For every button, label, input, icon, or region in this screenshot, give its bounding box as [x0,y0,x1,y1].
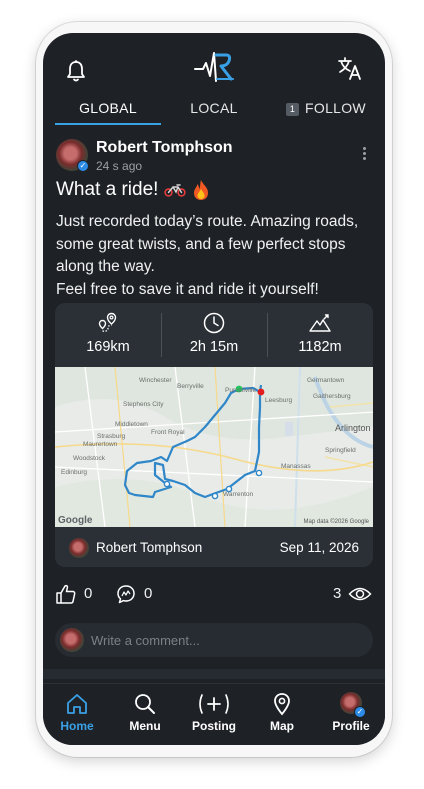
map-town-label: Edinburg [61,469,88,476]
map-town-label: Warrenton [223,491,254,498]
verified-badge-icon: ✓ [354,706,366,718]
nav-posting-label: Posting [192,719,236,733]
post-author-name[interactable]: Robert Tomphson [96,139,233,157]
ride-card[interactable]: 169km 2h 15m 1182m Winchester Berryville… [55,303,373,567]
tab-local-label: LOCAL [190,100,238,116]
ride-author-name: Robert Tomphson [96,540,203,555]
search-icon [135,694,155,714]
commenter-avatar [60,628,84,652]
comment-bubble-icon[interactable] [115,583,137,605]
motorcycle-emoji-icon [164,184,187,197]
nav-home[interactable]: Home [43,684,111,745]
feed-tabs: GLOBAL LOCAL 1 FOLLOW [43,95,385,127]
tab-local[interactable]: LOCAL [161,95,267,125]
app-header: GLOBAL LOCAL 1 FOLLOW [43,33,385,125]
home-icon [67,694,87,714]
clock-icon [203,312,225,334]
tab-global[interactable]: GLOBAL [55,95,161,125]
nav-map[interactable]: Map [248,684,316,745]
add-post-icon [199,694,229,714]
app-screen: GLOBAL LOCAL 1 FOLLOW ✓ Robert Tomphson 2… [43,33,385,745]
nav-menu-label: Menu [129,719,161,733]
active-tab-indicator [55,123,161,125]
eye-icon [348,587,372,601]
translate-icon[interactable] [337,55,363,81]
map-google-logo: Google [58,515,93,526]
map-town-label: Arlington [335,423,371,433]
post-body-line: Feel free to save it and ride it yoursel… [56,280,319,298]
map-credit: Map data ©2026 Google [303,519,369,525]
nav-posting[interactable]: Posting [180,684,248,745]
more-options-icon[interactable] [363,147,367,163]
verified-badge-icon: ✓ [77,160,89,172]
nav-menu[interactable]: Menu [111,684,179,745]
post-body-line: some great twists, and a few perfect sto… [56,235,346,253]
ride-author-avatar [69,538,89,558]
tab-follow[interactable]: 1 FOLLOW [267,95,385,125]
map-town-label: Winchester [139,377,172,384]
elevation-stat: 1182m [267,303,373,365]
nav-profile[interactable]: ✓ Profile [317,684,385,745]
map-town-label: Berryville [177,383,204,390]
comment-count: 0 [144,585,153,602]
bottom-nav: Home Menu Posting Map ✓ Profile [43,683,385,745]
app-logo-icon [194,52,234,82]
map-town-label: Woodstock [73,455,106,462]
post-body: Just recorded today’s route. Amazing roa… [56,211,374,301]
duration-value: 2h 15m [189,339,239,355]
map-town-label: Front Royal [151,429,185,436]
post-title-text: What a ride! [56,179,159,200]
comment-box[interactable] [55,623,373,657]
distance-stat: 169km [55,303,161,365]
follow-count-badge: 1 [286,103,300,116]
map-town-label: Purcellville [225,387,257,394]
post-title: What a ride! [56,179,210,201]
map-town-label: Gaithersburg [313,393,351,400]
tab-global-label: GLOBAL [79,100,137,116]
mountain-elevation-icon [309,314,331,332]
nav-home-label: Home [60,719,94,733]
bell-icon[interactable] [65,59,87,83]
post-timestamp: 24 s ago [96,159,143,173]
ride-date: Sep 11, 2026 [279,540,359,555]
map-town-label: Stephens City [123,401,164,408]
views-count: 3 [333,585,342,602]
distance-pin-icon [98,312,117,332]
like-count: 0 [84,585,93,602]
elevation-value: 1182m [298,339,342,355]
map-town-label: Middletown [115,421,148,428]
post-body-line: Just recorded today’s route. Amazing roa… [56,213,359,230]
map-town-label: Maurertown [83,441,118,448]
map-town-label: Manassas [281,463,311,470]
map-pin-icon [274,693,290,716]
reactions-bar: 0 0 3 [43,581,385,607]
fire-emoji-icon [194,180,209,200]
ride-stats: 169km 2h 15m 1182m [55,303,373,365]
map-town-label: Strasburg [97,433,126,440]
nav-profile-label: Profile [332,719,370,733]
nav-map-label: Map [270,719,294,733]
ride-card-footer: Robert Tomphson Sep 11, 2026 [55,529,373,567]
route-map[interactable]: Winchester Berryville Germantown Stephen… [55,367,373,527]
tab-follow-label: FOLLOW [305,100,366,116]
map-town-label: Springfield [325,447,356,454]
post-body-line: along the way. [56,258,155,275]
duration-stat: 2h 15m [161,303,267,365]
map-town-label: Germantown [307,377,345,384]
map-town-label: Leesburg [265,397,293,404]
feed-divider [43,669,385,679]
distance-value: 169km [86,339,130,355]
thumbs-up-icon[interactable] [55,583,77,605]
comment-input[interactable] [91,623,361,657]
